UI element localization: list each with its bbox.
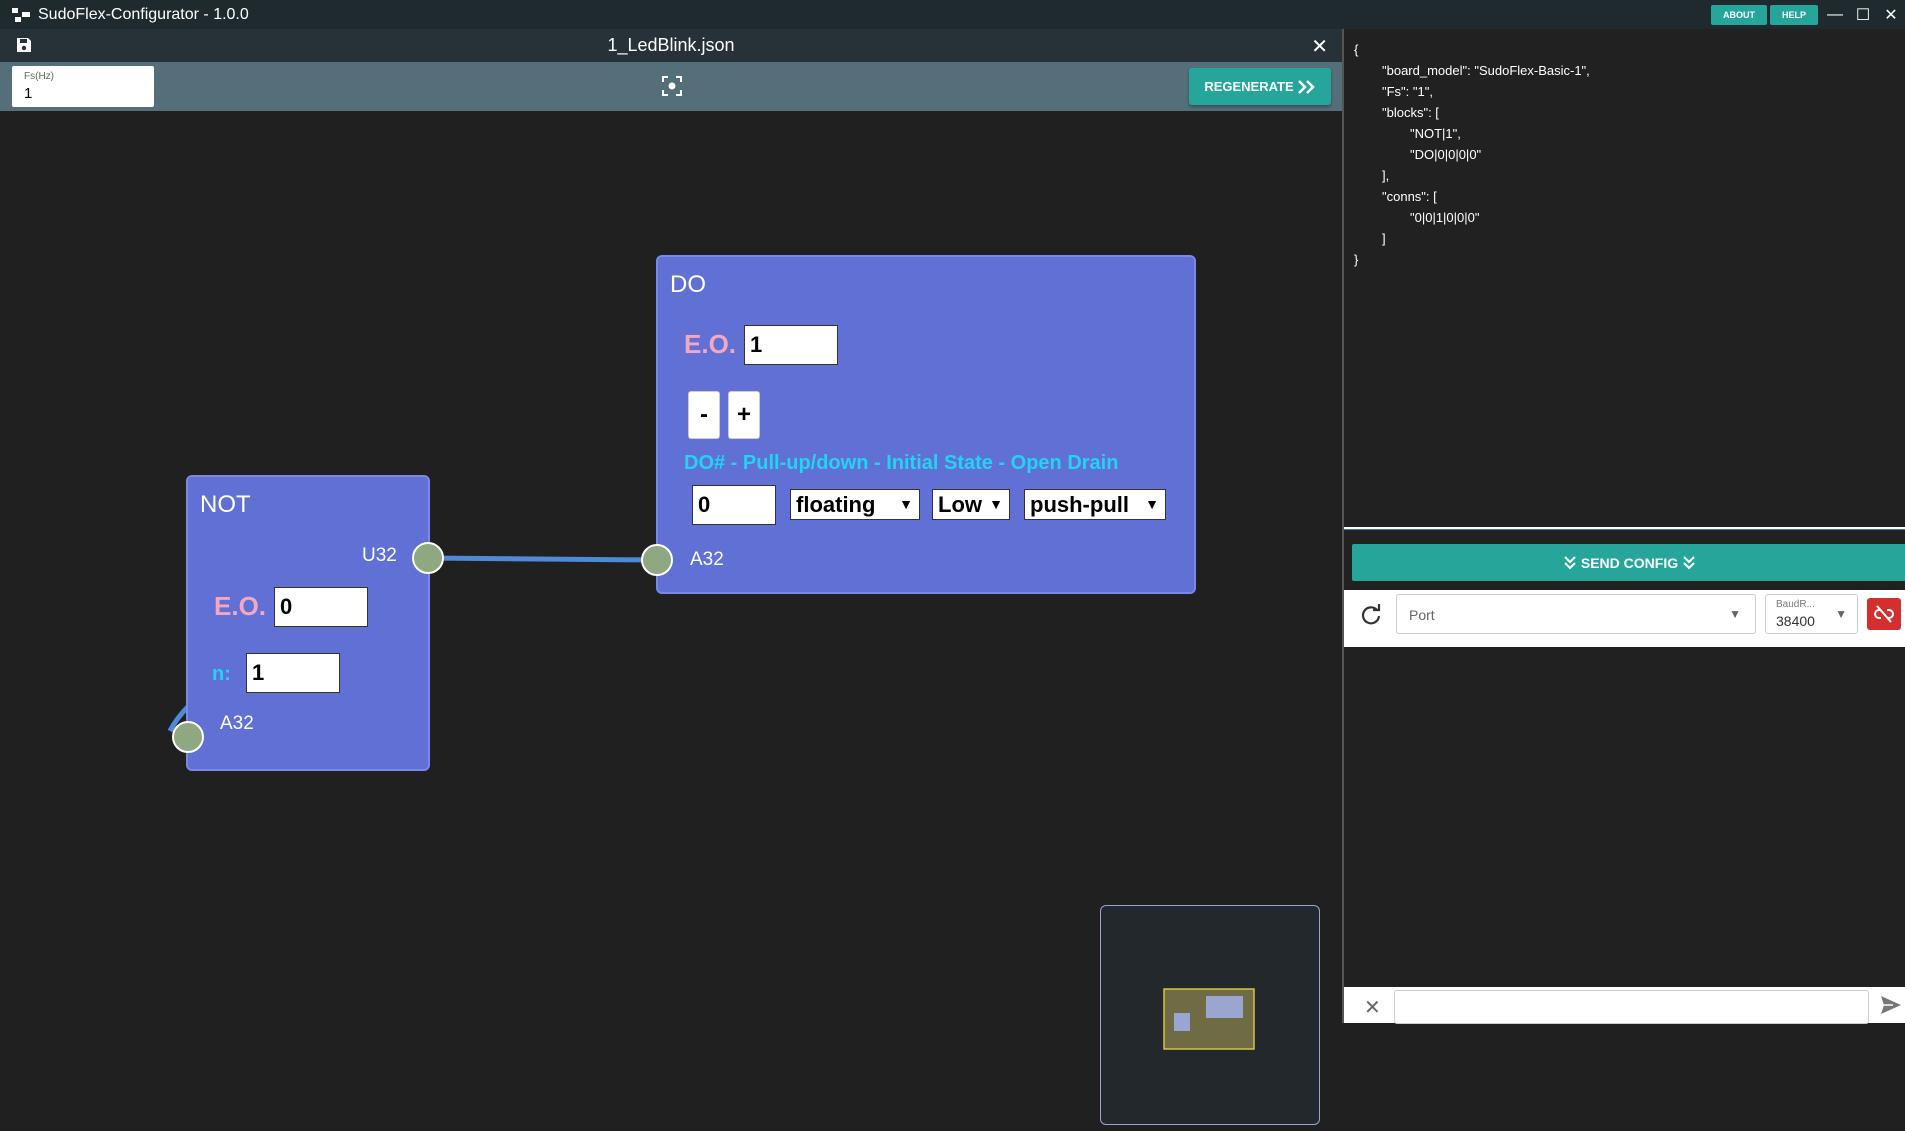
json-line: "conns": [ [1382,189,1437,204]
json-line: } [1354,252,1359,267]
remove-output-button[interactable]: - [688,391,720,439]
minimap-view [1163,988,1255,1050]
port-label-a32: A32 [220,713,254,734]
link-off-icon [1874,605,1894,623]
do-block[interactable]: DO E.O. 1 - + DO# - Pull-up/down - Initi… [656,255,1196,594]
n-input[interactable]: 1 [246,653,340,693]
not-output-port-u32[interactable] [412,542,444,574]
double-chevron-down-icon [1564,555,1576,569]
editor-toolbar: Fs(Hz) 1 REGENERATE [0,62,1342,111]
close-window-icon[interactable]: ✕ [1877,0,1905,29]
pull-value: floating [796,492,876,517]
maximize-icon[interactable]: ☐ [1849,0,1877,29]
json-line: "0|0|1|0|0|0" [1410,210,1480,225]
fs-input[interactable]: Fs(Hz) 1 [12,66,154,107]
fit-view-icon[interactable] [662,76,682,96]
fs-label: Fs(Hz) [24,71,54,82]
chevron-down-icon: ▼ [1835,607,1847,621]
json-line: "Fs": "1", [1382,84,1433,99]
refresh-icon[interactable] [1360,604,1382,626]
initial-state-value: Low [938,492,982,517]
app-logo-icon [12,7,30,22]
json-line: ], [1382,168,1390,183]
baud-label: BaudR... [1776,599,1815,610]
drain-value: push-pull [1030,492,1129,517]
disconnect-button[interactable] [1867,598,1901,630]
eo-input[interactable]: 0 [274,587,368,627]
json-line: "DO|0|0|0|0" [1410,147,1482,162]
wire-u32-to-do-a32[interactable] [427,555,658,563]
eo-label: E.O. [214,591,267,621]
send-config-label: SEND CONFIG [1580,554,1679,571]
about-button[interactable]: ABOUT [1710,4,1767,25]
pull-select[interactable]: floating ▼ [790,489,920,520]
minimap[interactable] [1100,905,1320,1125]
right-panel: { "board_model": "SudoFlex-Basic-1", "Fs":… [1342,29,1905,1024]
port-placeholder: Port [1409,607,1435,623]
title-bar: SudoFlex-Configurator - 1.0.0 ABOUT HELP… [0,0,1905,29]
do-input-port-a32[interactable] [641,544,673,576]
not-block[interactable]: NOT U32 E.O. 0 n: 1 A32 [186,475,430,771]
help-button[interactable]: HELP [1769,4,1818,25]
json-line: "NOT|1", [1410,126,1461,141]
json-line: { [1354,42,1359,57]
close-file-icon[interactable]: ✕ [1311,34,1328,59]
serial-console [1344,647,1905,987]
baud-rate-select[interactable]: BaudR... 38400 ▼ [1765,594,1858,634]
file-name: 1_LedBlink.json [607,35,735,55]
double-chevron-right-icon [1297,79,1315,94]
node-editor-canvas[interactable]: NOT U32 E.O. 0 n: 1 A32 DO E.O. 1 - + DO… [0,111,1342,1125]
regenerate-button[interactable]: REGENERATE [1189,68,1331,105]
port-select[interactable]: Port ▼ [1396,594,1756,634]
chevron-down-icon: ▼ [899,496,913,512]
drain-select[interactable]: push-pull ▼ [1024,489,1166,520]
n-label: n: [212,663,231,685]
file-tab-bar: 1_LedBlink.json ✕ [0,29,1342,62]
port-label-a32: A32 [690,549,724,570]
do-params-label: DO# - Pull-up/down - Initial State - Ope… [684,452,1119,474]
not-input-port-a32[interactable] [172,721,204,753]
json-preview: { "board_model": "SudoFlex-Basic-1", "Fs":… [1354,39,1590,270]
minimize-icon[interactable]: — [1821,0,1849,29]
send-config-button[interactable]: SEND CONFIG [1352,544,1905,581]
json-line: "board_model": "SudoFlex-Basic-1", [1382,63,1590,78]
block-title: DO [670,271,706,298]
port-label-u32: U32 [362,545,397,566]
baud-value: 38400 [1776,613,1815,629]
panel-divider[interactable] [1344,527,1905,530]
double-chevron-down-icon [1683,555,1695,569]
eo-input[interactable]: 1 [744,325,838,365]
app-title: SudoFlex-Configurator - 1.0.0 [38,5,249,23]
chevron-down-icon: ▼ [1729,607,1741,621]
chevron-down-icon: ▼ [989,496,1003,512]
json-line: "blocks": [ [1382,105,1439,120]
do-number-input[interactable]: 0 [692,485,776,525]
fs-value: 1 [24,85,33,102]
initial-state-select[interactable]: Low ▼ [932,489,1010,520]
send-icon[interactable] [1879,993,1903,1017]
block-title: NOT [200,491,251,518]
clear-icon[interactable]: ✕ [1364,995,1381,1020]
command-input[interactable] [1394,990,1869,1024]
eo-label: E.O. [684,329,737,359]
chevron-down-icon: ▼ [1145,496,1159,512]
command-row: ✕ [1344,987,1905,1024]
json-line: ] [1382,231,1386,246]
add-output-button[interactable]: + [728,391,760,439]
regenerate-label: REGENERATE [1204,79,1294,94]
serial-port-row: Port ▼ BaudR... 38400 ▼ [1344,590,1905,647]
